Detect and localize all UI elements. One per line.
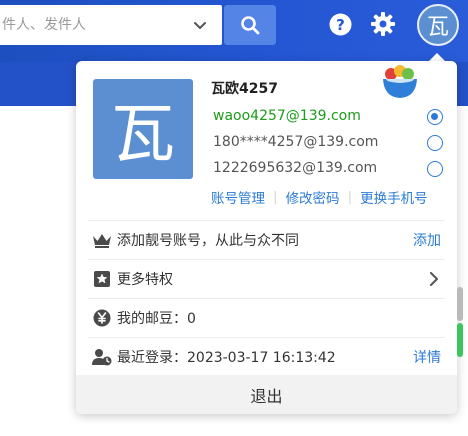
link-separator: | — [273, 189, 278, 205]
gear-icon[interactable] — [370, 11, 396, 37]
last-login-text: 最近登录：2023-03-17 16:13:42 — [117, 350, 336, 366]
search-button[interactable] — [224, 5, 276, 45]
user-clock-icon — [91, 346, 113, 368]
search-box[interactable] — [0, 5, 222, 45]
svg-text:?: ? — [336, 16, 345, 34]
mail-beans-row: 我的邮豆：0 — [88, 298, 445, 337]
scrollbar-accent[interactable] — [457, 323, 463, 357]
yen-coin-icon — [91, 307, 113, 329]
search-icon — [241, 16, 260, 35]
login-details-link[interactable]: 详情 — [413, 347, 441, 367]
mail-beans-text: 我的邮豆：0 — [117, 311, 196, 327]
star-badge-icon — [91, 268, 113, 290]
account-radio-3[interactable] — [427, 161, 443, 177]
add-vanity-button[interactable]: 添加 — [413, 230, 441, 250]
account-option-1[interactable]: waoo4257@139.com — [213, 108, 361, 124]
chevron-down-icon[interactable] — [192, 17, 208, 33]
chevron-right-icon[interactable] — [427, 272, 441, 286]
vanity-account-row: 添加靓号账号，从此与众不同 添加 — [88, 220, 445, 259]
account-links: 账号管理 | 修改密码 | 更换手机号 — [211, 187, 428, 207]
search-input[interactable] — [0, 6, 180, 44]
account-radio-1[interactable] — [427, 109, 443, 125]
more-privileges-row[interactable]: 更多特权 — [88, 259, 445, 298]
last-login-row: 最近登录：2023-03-17 16:13:42 详情 — [88, 337, 445, 376]
change-password-link[interactable]: 修改密码 — [286, 187, 340, 207]
help-icon[interactable]: ? — [329, 13, 352, 36]
account-radio-2[interactable] — [427, 135, 443, 151]
vanity-account-text: 添加靓号账号，从此与众不同 — [117, 233, 299, 249]
crown-icon — [91, 229, 113, 251]
account-management-link[interactable]: 账号管理 — [211, 187, 265, 207]
logout-button[interactable]: 退出 — [76, 375, 457, 414]
account-option-2[interactable]: 180****4257@139.com — [213, 134, 378, 150]
user-name: 瓦欧4257 — [211, 81, 278, 97]
more-privileges-text: 更多特权 — [117, 272, 173, 288]
change-phone-link[interactable]: 更换手机号 — [360, 187, 428, 207]
bowl-icon[interactable] — [380, 62, 420, 102]
profile-avatar[interactable]: 瓦 — [93, 79, 193, 179]
account-option-3[interactable]: 1222695632@139.com — [213, 160, 377, 176]
account-dropdown-panel: 瓦 瓦欧4257 waoo4257@139.com 180****4257@13… — [76, 61, 457, 414]
scrollbar-thumb[interactable] — [457, 287, 463, 321]
link-separator: | — [347, 189, 353, 205]
user-avatar[interactable]: 瓦 — [417, 4, 459, 46]
